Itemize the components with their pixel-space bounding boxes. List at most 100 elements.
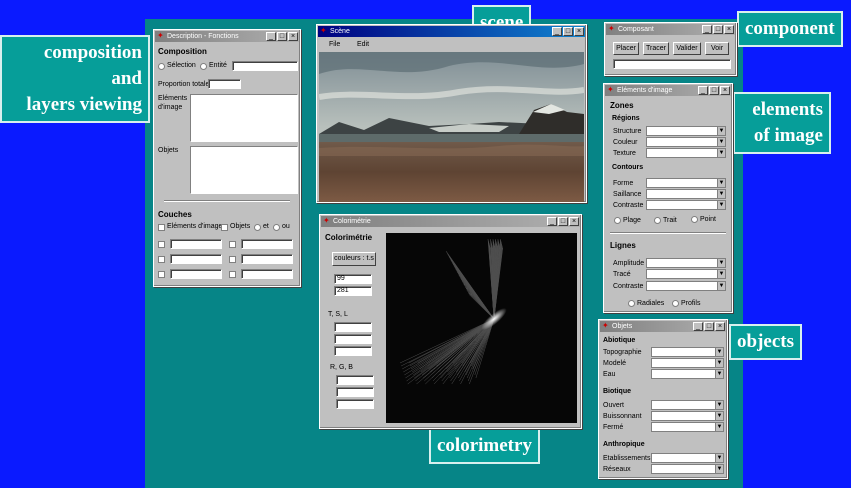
minimize-button[interactable]: _ xyxy=(693,322,703,331)
composant-window: ✦ Composant _ □ × Placer Tracer Valider … xyxy=(604,22,737,76)
etablissements-select[interactable]: ▼ xyxy=(651,453,724,463)
voir-button[interactable]: Voir xyxy=(705,42,729,55)
composant-titlebar[interactable]: ✦ Composant _ □ × xyxy=(606,24,735,35)
structure-select[interactable]: ▼ xyxy=(646,126,726,136)
layer-checkbox[interactable] xyxy=(158,271,165,278)
layer-input[interactable] xyxy=(241,269,293,279)
profils-radio[interactable] xyxy=(672,300,679,307)
minimize-button[interactable]: _ xyxy=(552,27,562,36)
window-title: Description - Fonctions xyxy=(167,33,239,40)
ferme-select[interactable]: ▼ xyxy=(651,422,724,432)
tsl-t-field[interactable] xyxy=(334,322,372,332)
close-button[interactable]: × xyxy=(715,322,725,331)
placer-button[interactable]: Placer xyxy=(613,42,639,55)
color-histogram-plot[interactable] xyxy=(386,233,577,423)
et-radio[interactable] xyxy=(254,224,261,231)
value-field[interactable]: 99 xyxy=(334,274,372,284)
selection-radio[interactable] xyxy=(158,63,165,70)
scene-image[interactable] xyxy=(319,52,584,202)
close-button[interactable]: × xyxy=(569,217,579,226)
layer-checkbox[interactable] xyxy=(158,241,165,248)
close-button[interactable]: × xyxy=(724,25,734,34)
close-button[interactable]: × xyxy=(720,86,730,95)
maximize-button[interactable]: □ xyxy=(709,86,719,95)
modele-select[interactable]: ▼ xyxy=(651,358,724,368)
forme-select[interactable]: ▼ xyxy=(646,178,726,188)
saillance-select[interactable]: ▼ xyxy=(646,189,726,199)
minimize-button[interactable]: _ xyxy=(698,86,708,95)
ou-radio[interactable] xyxy=(273,224,280,231)
elements-titlebar[interactable]: ✦ Eléments d'image _ □ × xyxy=(605,85,731,96)
elements-list[interactable] xyxy=(190,94,298,142)
menu-edit[interactable]: Edit xyxy=(357,41,369,48)
value-field[interactable]: 281 xyxy=(334,286,372,296)
tracer-button[interactable]: Tracer xyxy=(643,42,669,55)
eau-select[interactable]: ▼ xyxy=(651,369,724,379)
layer-checkbox[interactable] xyxy=(229,241,236,248)
layer-checkbox[interactable] xyxy=(158,256,165,263)
radiales-radio[interactable] xyxy=(628,300,635,307)
rgb-b-field[interactable] xyxy=(336,399,374,409)
tsl-s-field[interactable] xyxy=(334,334,372,344)
reseaux-label: Réseaux xyxy=(603,466,631,473)
ouvert-select[interactable]: ▼ xyxy=(651,400,724,410)
description-titlebar[interactable]: ✦ Description - Fonctions _ □ × xyxy=(155,31,299,42)
scene-titlebar[interactable]: ✦ Scène _ □ × xyxy=(318,26,585,37)
proportion-input[interactable] xyxy=(208,79,241,89)
maximize-button[interactable]: □ xyxy=(713,25,723,34)
reseaux-select[interactable]: ▼ xyxy=(651,464,724,474)
couche-elements-checkbox[interactable] xyxy=(158,224,165,231)
minimize-button[interactable]: _ xyxy=(547,217,557,226)
trace-select[interactable]: ▼ xyxy=(646,269,726,279)
amplitude-select[interactable]: ▼ xyxy=(646,258,726,268)
minimize-button[interactable]: _ xyxy=(266,32,276,41)
trait-radio[interactable] xyxy=(654,217,661,224)
layer-input[interactable] xyxy=(170,269,222,279)
chevron-down-icon: ▼ xyxy=(715,370,723,378)
close-button[interactable]: × xyxy=(574,27,584,36)
layer-input[interactable] xyxy=(170,239,222,249)
radiales-label: Radiales xyxy=(637,300,665,307)
minimize-button[interactable]: _ xyxy=(702,25,712,34)
maximize-button[interactable]: □ xyxy=(558,217,568,226)
objets-list[interactable] xyxy=(190,146,298,194)
composant-input[interactable] xyxy=(613,59,731,69)
label-line: d'image xyxy=(158,104,183,111)
close-button[interactable]: × xyxy=(288,32,298,41)
couleurs-button[interactable]: couleurs : t.s xyxy=(332,252,376,266)
chevron-down-icon: ▼ xyxy=(717,270,725,278)
entity-input[interactable] xyxy=(232,61,298,71)
plage-label: Plage xyxy=(623,217,641,224)
couche-objets-checkbox[interactable] xyxy=(221,224,228,231)
tsl-l-field[interactable] xyxy=(334,346,372,356)
valider-button[interactable]: Valider xyxy=(673,42,701,55)
couleur-select[interactable]: ▼ xyxy=(646,137,726,147)
point-radio[interactable] xyxy=(691,216,698,223)
layer-checkbox[interactable] xyxy=(229,271,236,278)
plage-radio[interactable] xyxy=(614,217,621,224)
menu-file[interactable]: File xyxy=(329,41,340,48)
texture-select[interactable]: ▼ xyxy=(646,148,726,158)
objets-titlebar[interactable]: ✦ Objets _ □ × xyxy=(600,321,726,332)
colorimetrie-titlebar[interactable]: ✦ Colorimétrie _ □ × xyxy=(321,216,580,227)
topographie-select[interactable]: ▼ xyxy=(651,347,724,357)
objets-window: ✦ Objets _ □ × Abiotique Topographie ▼ M… xyxy=(598,319,728,479)
layer-checkbox[interactable] xyxy=(229,256,236,263)
layer-input[interactable] xyxy=(241,239,293,249)
layer-input[interactable] xyxy=(170,254,222,264)
contraste-select[interactable]: ▼ xyxy=(646,200,726,210)
maximize-button[interactable]: □ xyxy=(704,322,714,331)
amplitude-label: Amplitude xyxy=(613,260,645,267)
lignes-heading: Lignes xyxy=(610,241,636,250)
rgb-g-field[interactable] xyxy=(336,387,374,397)
chevron-down-icon: ▼ xyxy=(717,190,725,198)
buissonnant-select[interactable]: ▼ xyxy=(651,411,724,421)
maximize-button[interactable]: □ xyxy=(277,32,287,41)
contraste2-select[interactable]: ▼ xyxy=(646,281,726,291)
entite-radio[interactable] xyxy=(200,63,207,70)
description-window: ✦ Description - Fonctions _ □ × Composit… xyxy=(153,29,301,287)
layer-input[interactable] xyxy=(241,254,293,264)
chevron-down-icon: ▼ xyxy=(717,149,725,157)
maximize-button[interactable]: □ xyxy=(563,27,573,36)
rgb-r-field[interactable] xyxy=(336,375,374,385)
